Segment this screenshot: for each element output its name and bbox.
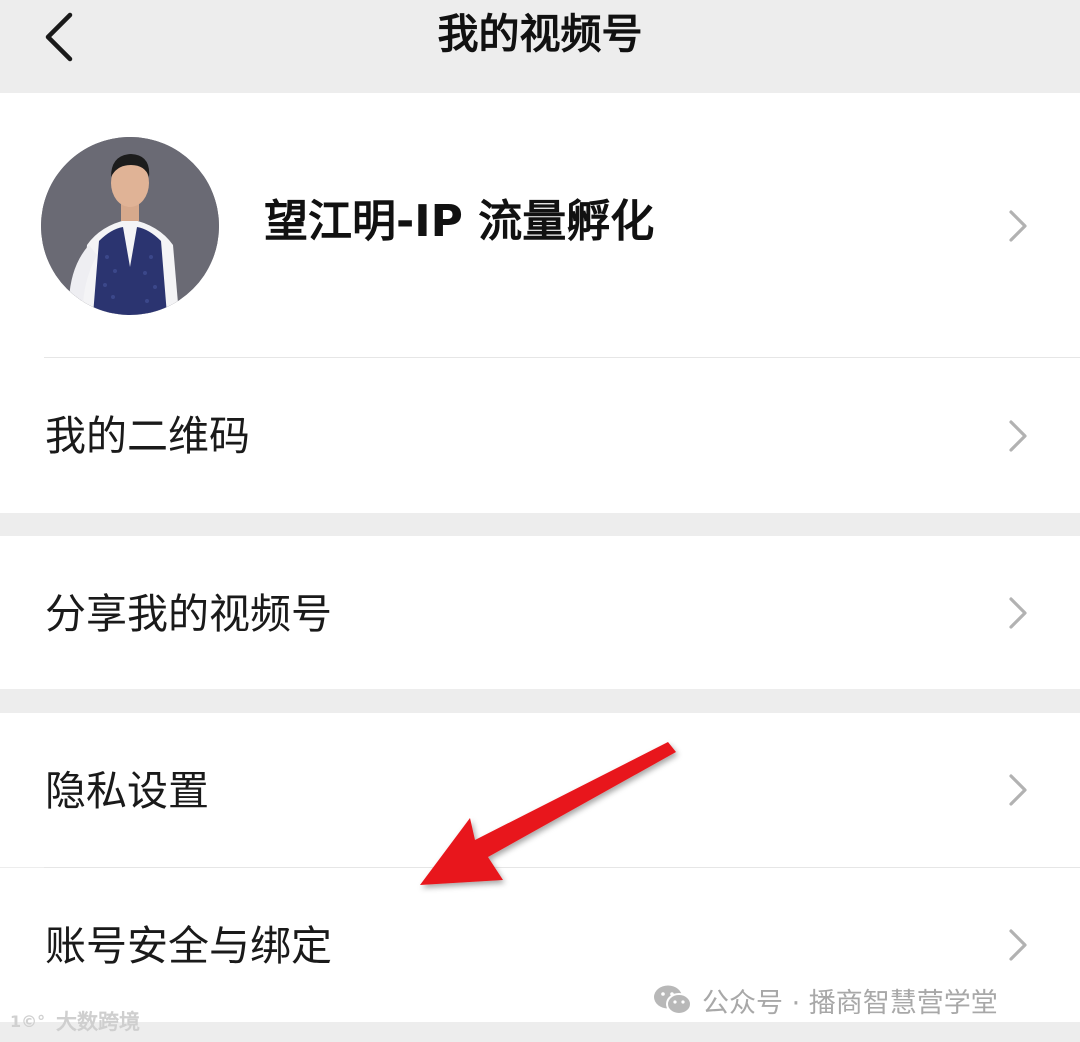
brand-logo-icon: 1©° [10,1010,50,1032]
corner-watermark: 1©° 大数跨境 [10,1006,140,1036]
chevron-right-icon [1004,592,1032,634]
chevron-right-icon [1004,924,1032,966]
account-security-label: 账号安全与绑定 [45,922,332,970]
privacy-settings-label: 隐私设置 [45,767,209,815]
my-channel-page: 我的视频号 望江明-IP 流量孵化 我的二维码 分享我的视频号 隐私设置 账号安… [0,0,1080,1042]
corner-watermark-text: 大数跨境 [56,1010,140,1034]
wechat-watermark-text: 公众号 · 播商智慧营学堂 [702,987,998,1019]
wechat-icon [652,983,694,1017]
chevron-right-icon [1004,769,1032,811]
chevron-right-icon [1004,205,1032,247]
privacy-settings-row[interactable]: 隐私设置 [0,713,1080,867]
chevron-right-icon [1004,415,1032,457]
share-channel-label: 分享我的视频号 [45,590,332,638]
qr-code-row[interactable]: 我的二维码 [0,358,1080,513]
avatar[interactable] [41,137,219,315]
nav-bar: 我的视频号 [0,0,1080,93]
share-channel-row[interactable]: 分享我的视频号 [0,536,1080,689]
page-title: 我的视频号 [437,10,643,58]
profile-name: 望江明-IP 流量孵化 [264,196,655,247]
qr-code-label: 我的二维码 [45,412,250,460]
wechat-watermark: 公众号 · 播商智慧营学堂 [652,980,998,1020]
svg-text:1©°: 1©° [10,1012,45,1031]
